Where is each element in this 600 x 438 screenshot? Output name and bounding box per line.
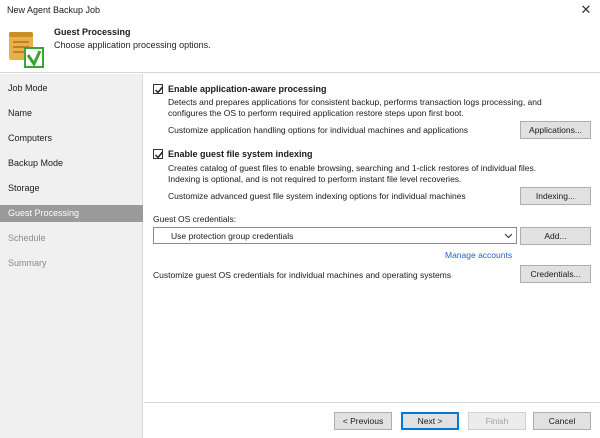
credentials-customize-text: Customize guest OS credentials for indiv… bbox=[153, 270, 452, 280]
previous-button[interactable]: < Previous bbox=[334, 412, 392, 430]
scroll-check-icon bbox=[9, 32, 44, 68]
sidebar-item-storage[interactable]: Storage bbox=[0, 180, 143, 197]
wizard-header: Guest Processing Choose application proc… bbox=[0, 20, 600, 73]
guest-processing-panel: Enable application-aware processing Dete… bbox=[144, 74, 600, 402]
add-credentials-button[interactable]: Add... bbox=[520, 227, 591, 245]
checkmark-icon bbox=[155, 151, 164, 159]
app-aware-label[interactable]: Enable application-aware processing bbox=[168, 84, 327, 94]
page-subtitle: Choose application processing options. bbox=[54, 40, 211, 50]
finish-button: Finish bbox=[468, 412, 526, 430]
wizard-steps-sidebar: Job Mode Name Computers Backup Mode Stor… bbox=[0, 74, 143, 438]
app-aware-customize-text: Customize application handling options f… bbox=[168, 125, 469, 135]
sidebar-item-backup-mode[interactable]: Backup Mode bbox=[0, 155, 143, 172]
indexing-checkbox[interactable] bbox=[153, 149, 164, 159]
credentials-select[interactable]: Use protection group credentials bbox=[153, 227, 517, 244]
next-button[interactable]: Next > bbox=[401, 412, 459, 430]
sidebar-item-name[interactable]: Name bbox=[0, 105, 143, 122]
page-title: Guest Processing bbox=[54, 27, 131, 37]
cancel-button[interactable]: Cancel bbox=[533, 412, 591, 430]
app-aware-checkbox[interactable] bbox=[153, 84, 164, 94]
indexing-customize-text: Customize advanced guest file system ind… bbox=[168, 191, 466, 201]
indexing-description-line2: Indexing is optional, and is not require… bbox=[168, 174, 462, 184]
indexing-description-line1: Creates catalog of guest files to enable… bbox=[168, 163, 537, 173]
sidebar-item-summary: Summary bbox=[8, 258, 47, 268]
indexing-label[interactable]: Enable guest file system indexing bbox=[168, 149, 313, 159]
sidebar-item-schedule: Schedule bbox=[8, 233, 46, 243]
credentials-button[interactable]: Credentials... bbox=[520, 265, 591, 283]
chevron-down-icon bbox=[504, 233, 513, 239]
wizard-footer: < Previous Next > Finish Cancel bbox=[144, 402, 600, 438]
app-aware-description-line2: configures the OS to perform required ap… bbox=[168, 108, 464, 118]
title-bar: New Agent Backup Job ✕ bbox=[0, 0, 600, 20]
app-aware-description-line1: Detects and prepares applications for co… bbox=[168, 97, 542, 107]
credentials-section-label: Guest OS credentials: bbox=[153, 214, 237, 224]
sidebar-item-computers[interactable]: Computers bbox=[0, 130, 143, 147]
applications-button[interactable]: Applications... bbox=[520, 121, 591, 139]
credentials-selected-value: Use protection group credentials bbox=[171, 231, 294, 241]
indexing-button[interactable]: Indexing... bbox=[520, 187, 591, 205]
sidebar-item-guest-processing[interactable]: Guest Processing bbox=[0, 205, 143, 222]
sidebar-item-job-mode[interactable]: Job Mode bbox=[0, 80, 143, 97]
manage-accounts-link[interactable]: Manage accounts bbox=[445, 250, 512, 260]
close-icon[interactable]: ✕ bbox=[572, 0, 600, 20]
checkmark-icon bbox=[155, 86, 164, 94]
window-title: New Agent Backup Job bbox=[7, 5, 101, 15]
